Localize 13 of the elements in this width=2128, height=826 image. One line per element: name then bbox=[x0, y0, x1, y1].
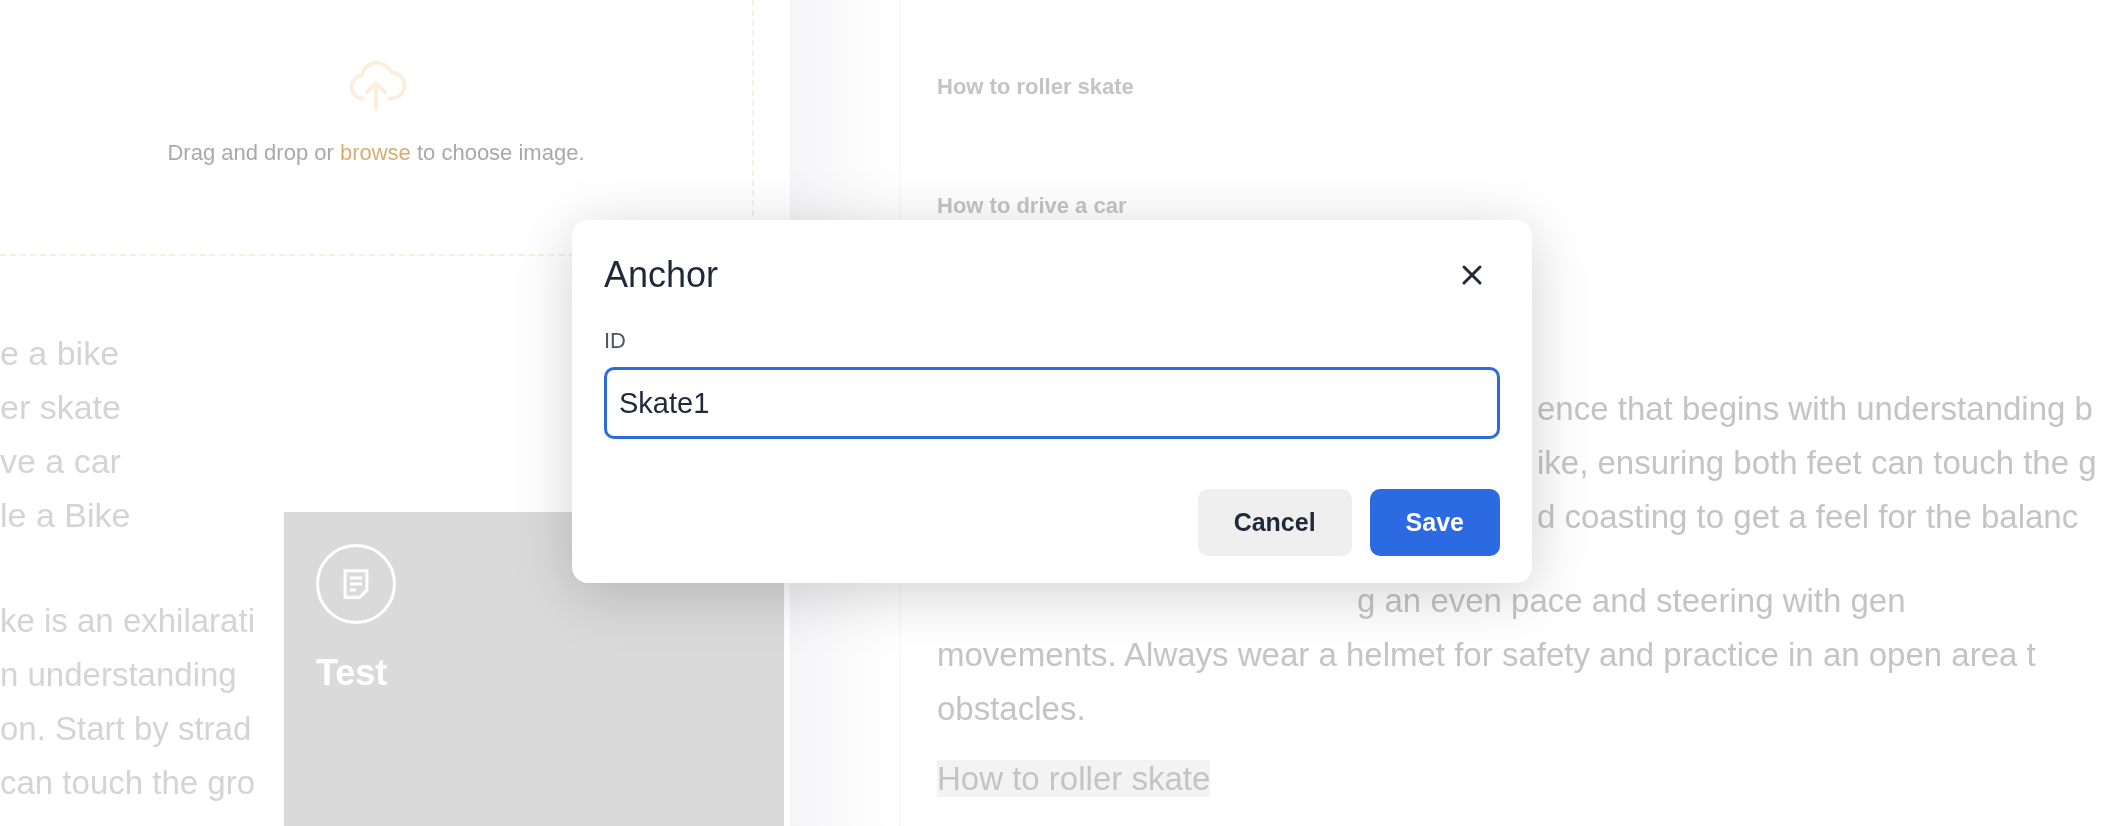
paragraph-line: ence that begins with understanding b bbox=[1537, 389, 2093, 429]
field-label: ID bbox=[604, 327, 627, 355]
cancel-button[interactable]: Cancel bbox=[1197, 489, 1352, 556]
id-input-field[interactable]: Skate1 bbox=[604, 367, 1500, 439]
save-button[interactable]: Save bbox=[1369, 489, 1500, 556]
paragraph-line: movements. Always wear a helmet for safety and practice in an open area t bbox=[937, 635, 2036, 675]
document-icon bbox=[316, 544, 396, 624]
paragraph-line: ike, ensuring both feet can touch the g bbox=[1537, 443, 2097, 483]
upload-instructions: Drag and drop or browse to choose image. bbox=[167, 139, 585, 167]
paragraph-line: g an even pace and steering with gen bbox=[1357, 581, 1906, 621]
dialog-title: Anchor bbox=[604, 253, 719, 297]
paragraph-line: d coasting to get a feel for the balanc bbox=[1537, 497, 2079, 537]
paragraph-line: obstacles. bbox=[937, 689, 1086, 729]
